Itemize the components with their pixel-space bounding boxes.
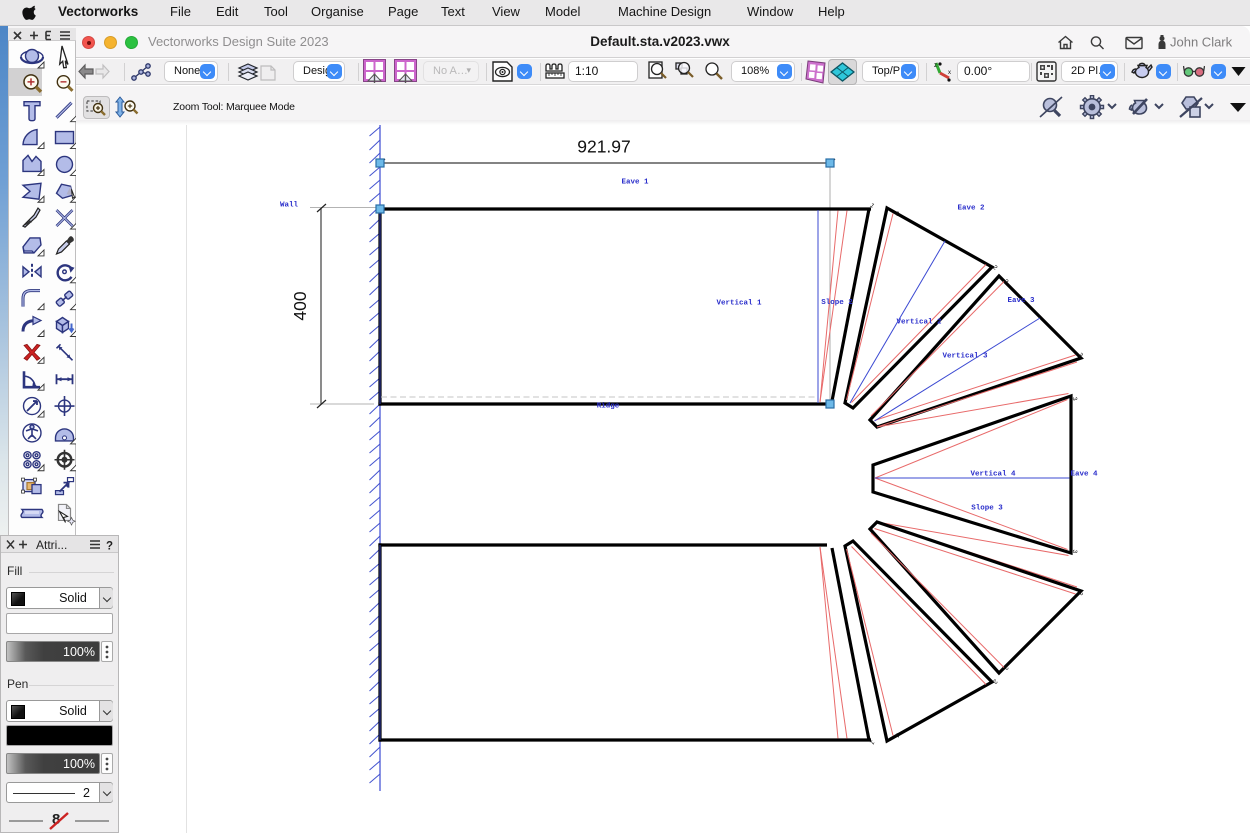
svg-text:Vertical 1: Vertical 1 xyxy=(716,300,762,308)
svg-text:921.97: 921.97 xyxy=(577,137,631,157)
svg-text:Vertical 2: Vertical 2 xyxy=(896,319,942,327)
svg-text:Eave 4: Eave 4 xyxy=(1070,471,1098,479)
svg-text:Vertical 4: Vertical 4 xyxy=(970,471,1016,479)
svg-text:400: 400 xyxy=(290,291,310,320)
svg-text:z: z xyxy=(934,63,937,69)
svg-text:Wall: Wall xyxy=(280,202,299,210)
svg-text:?: ? xyxy=(106,541,113,552)
svg-text:Vertical 3: Vertical 3 xyxy=(942,353,988,361)
svg-text:2: 2 xyxy=(991,264,999,272)
svg-text:Slope 3: Slope 3 xyxy=(971,505,1003,513)
svg-text:x: x xyxy=(948,70,951,76)
svg-text:Eave 2: Eave 2 xyxy=(957,205,985,213)
svg-text:Slope 2: Slope 2 xyxy=(821,299,853,307)
svg-text:Eave 3: Eave 3 xyxy=(1007,297,1035,305)
svg-text:Eave 1: Eave 1 xyxy=(621,179,649,187)
svg-text:3: 3 xyxy=(1071,396,1079,401)
svg-text:John Clark: John Clark xyxy=(1170,34,1233,49)
svg-text:Ridge: Ridge xyxy=(597,403,620,411)
svg-text:Attri...: Attri... xyxy=(36,539,67,551)
